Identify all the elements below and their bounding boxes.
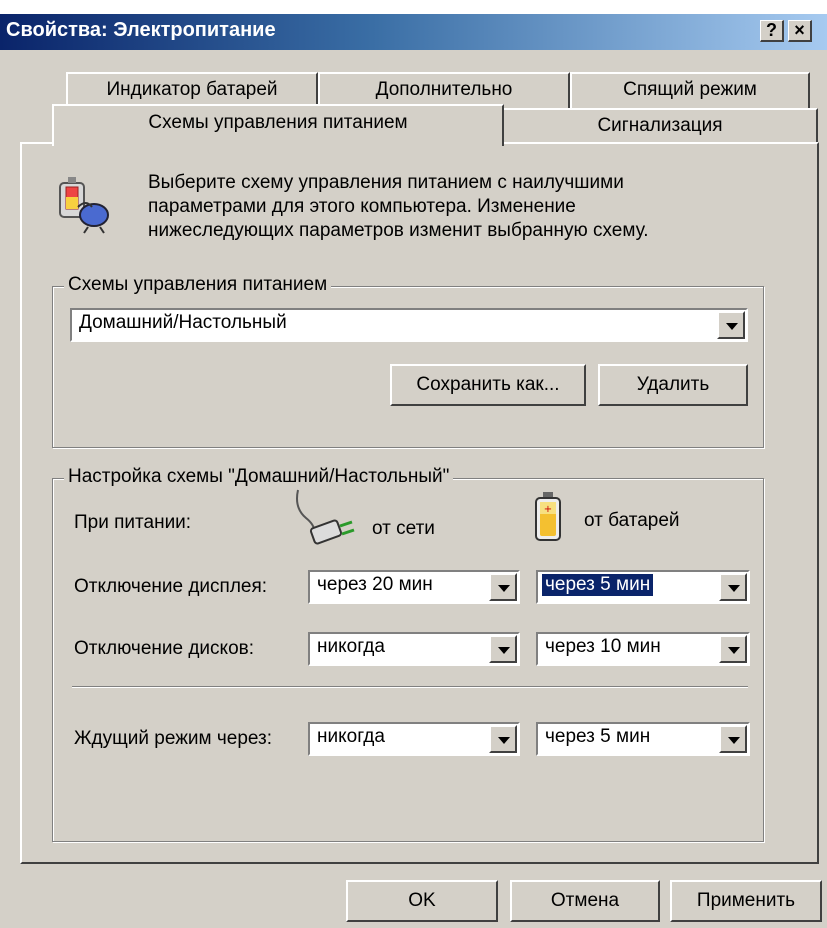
title-bar[interactable]: Свойства: Электропитание ? × [0, 14, 827, 50]
power-options-dialog: Свойства: Электропитание ? × Индикатор б… [0, 14, 827, 928]
standby-battery-value: через 5 мин [545, 726, 651, 747]
schemes-group-legend: Схемы управления питанием [64, 274, 332, 296]
power-plug-icon [59, 177, 109, 234]
ok-button[interactable]: OK [346, 880, 498, 922]
display-off-battery-value: через 5 мин [540, 573, 655, 597]
window-title: Свойства: Электропитание [6, 19, 276, 41]
divider [72, 686, 748, 688]
intro-text-line3: нижеследующих параметров изменит выбранн… [148, 220, 649, 241]
save-as-button[interactable]: Сохранить как... [390, 364, 586, 406]
display-off-label: Отключение дисплея: [74, 576, 268, 597]
tab-power-schemes[interactable]: Схемы управления питанием [52, 104, 504, 146]
disks-off-ac-select[interactable]: никогда [308, 632, 520, 666]
battery-power-label: от батарей [584, 510, 680, 531]
chevron-down-icon[interactable] [489, 725, 517, 753]
chevron-down-icon[interactable] [719, 635, 747, 663]
disks-off-label: Отключение дисков: [74, 638, 255, 659]
chevron-down-icon[interactable] [717, 311, 745, 339]
display-off-ac-select[interactable]: через 20 мин [308, 570, 520, 604]
chevron-down-icon[interactable] [719, 573, 747, 601]
chevron-down-icon[interactable] [719, 725, 747, 753]
ac-plug-icon [296, 489, 355, 545]
ac-power-label: от сети [372, 518, 435, 539]
scheme-select-value: Домашний/Настольный [79, 312, 287, 333]
scheme-select[interactable]: Домашний/Настольный [70, 308, 748, 342]
disks-off-battery-select[interactable]: через 10 мин [536, 632, 750, 666]
standby-ac-value: никогда [317, 726, 385, 747]
tab-advanced[interactable]: Дополнительно [318, 72, 570, 108]
chevron-down-icon[interactable] [489, 635, 517, 663]
tab-alarms[interactable]: Сигнализация [502, 108, 818, 144]
tab-battery-meter[interactable]: Индикатор батарей [66, 72, 318, 108]
standby-label: Ждущий режим через: [74, 728, 273, 749]
standby-ac-select[interactable]: никогда [308, 722, 520, 756]
chevron-down-icon[interactable] [489, 573, 517, 601]
help-button[interactable]: ? [760, 20, 784, 42]
cancel-button[interactable]: Отмена [510, 880, 660, 922]
display-off-battery-select[interactable]: через 5 мин [536, 570, 750, 604]
intro-text-line2: параметрами для этого компьютера. Измене… [148, 196, 576, 217]
apply-button[interactable]: Применить [670, 880, 822, 922]
scheme-settings-legend: Настройка схемы "Домашний/Настольный" [64, 466, 454, 488]
intro-text-line1: Выберите схему управления питанием с наи… [148, 172, 624, 193]
standby-battery-select[interactable]: через 5 мин [536, 722, 750, 756]
svg-text:+: + [544, 504, 552, 515]
delete-button[interactable]: Удалить [598, 364, 748, 406]
display-off-ac-value: через 20 мин [317, 574, 433, 595]
power-source-label: При питании: [74, 512, 192, 533]
disks-off-ac-value: никогда [317, 636, 385, 657]
close-button[interactable]: × [788, 20, 812, 42]
battery-icon: + [535, 492, 561, 541]
disks-off-battery-value: через 10 мин [545, 636, 661, 657]
tab-hibernate[interactable]: Спящий режим [570, 72, 810, 108]
